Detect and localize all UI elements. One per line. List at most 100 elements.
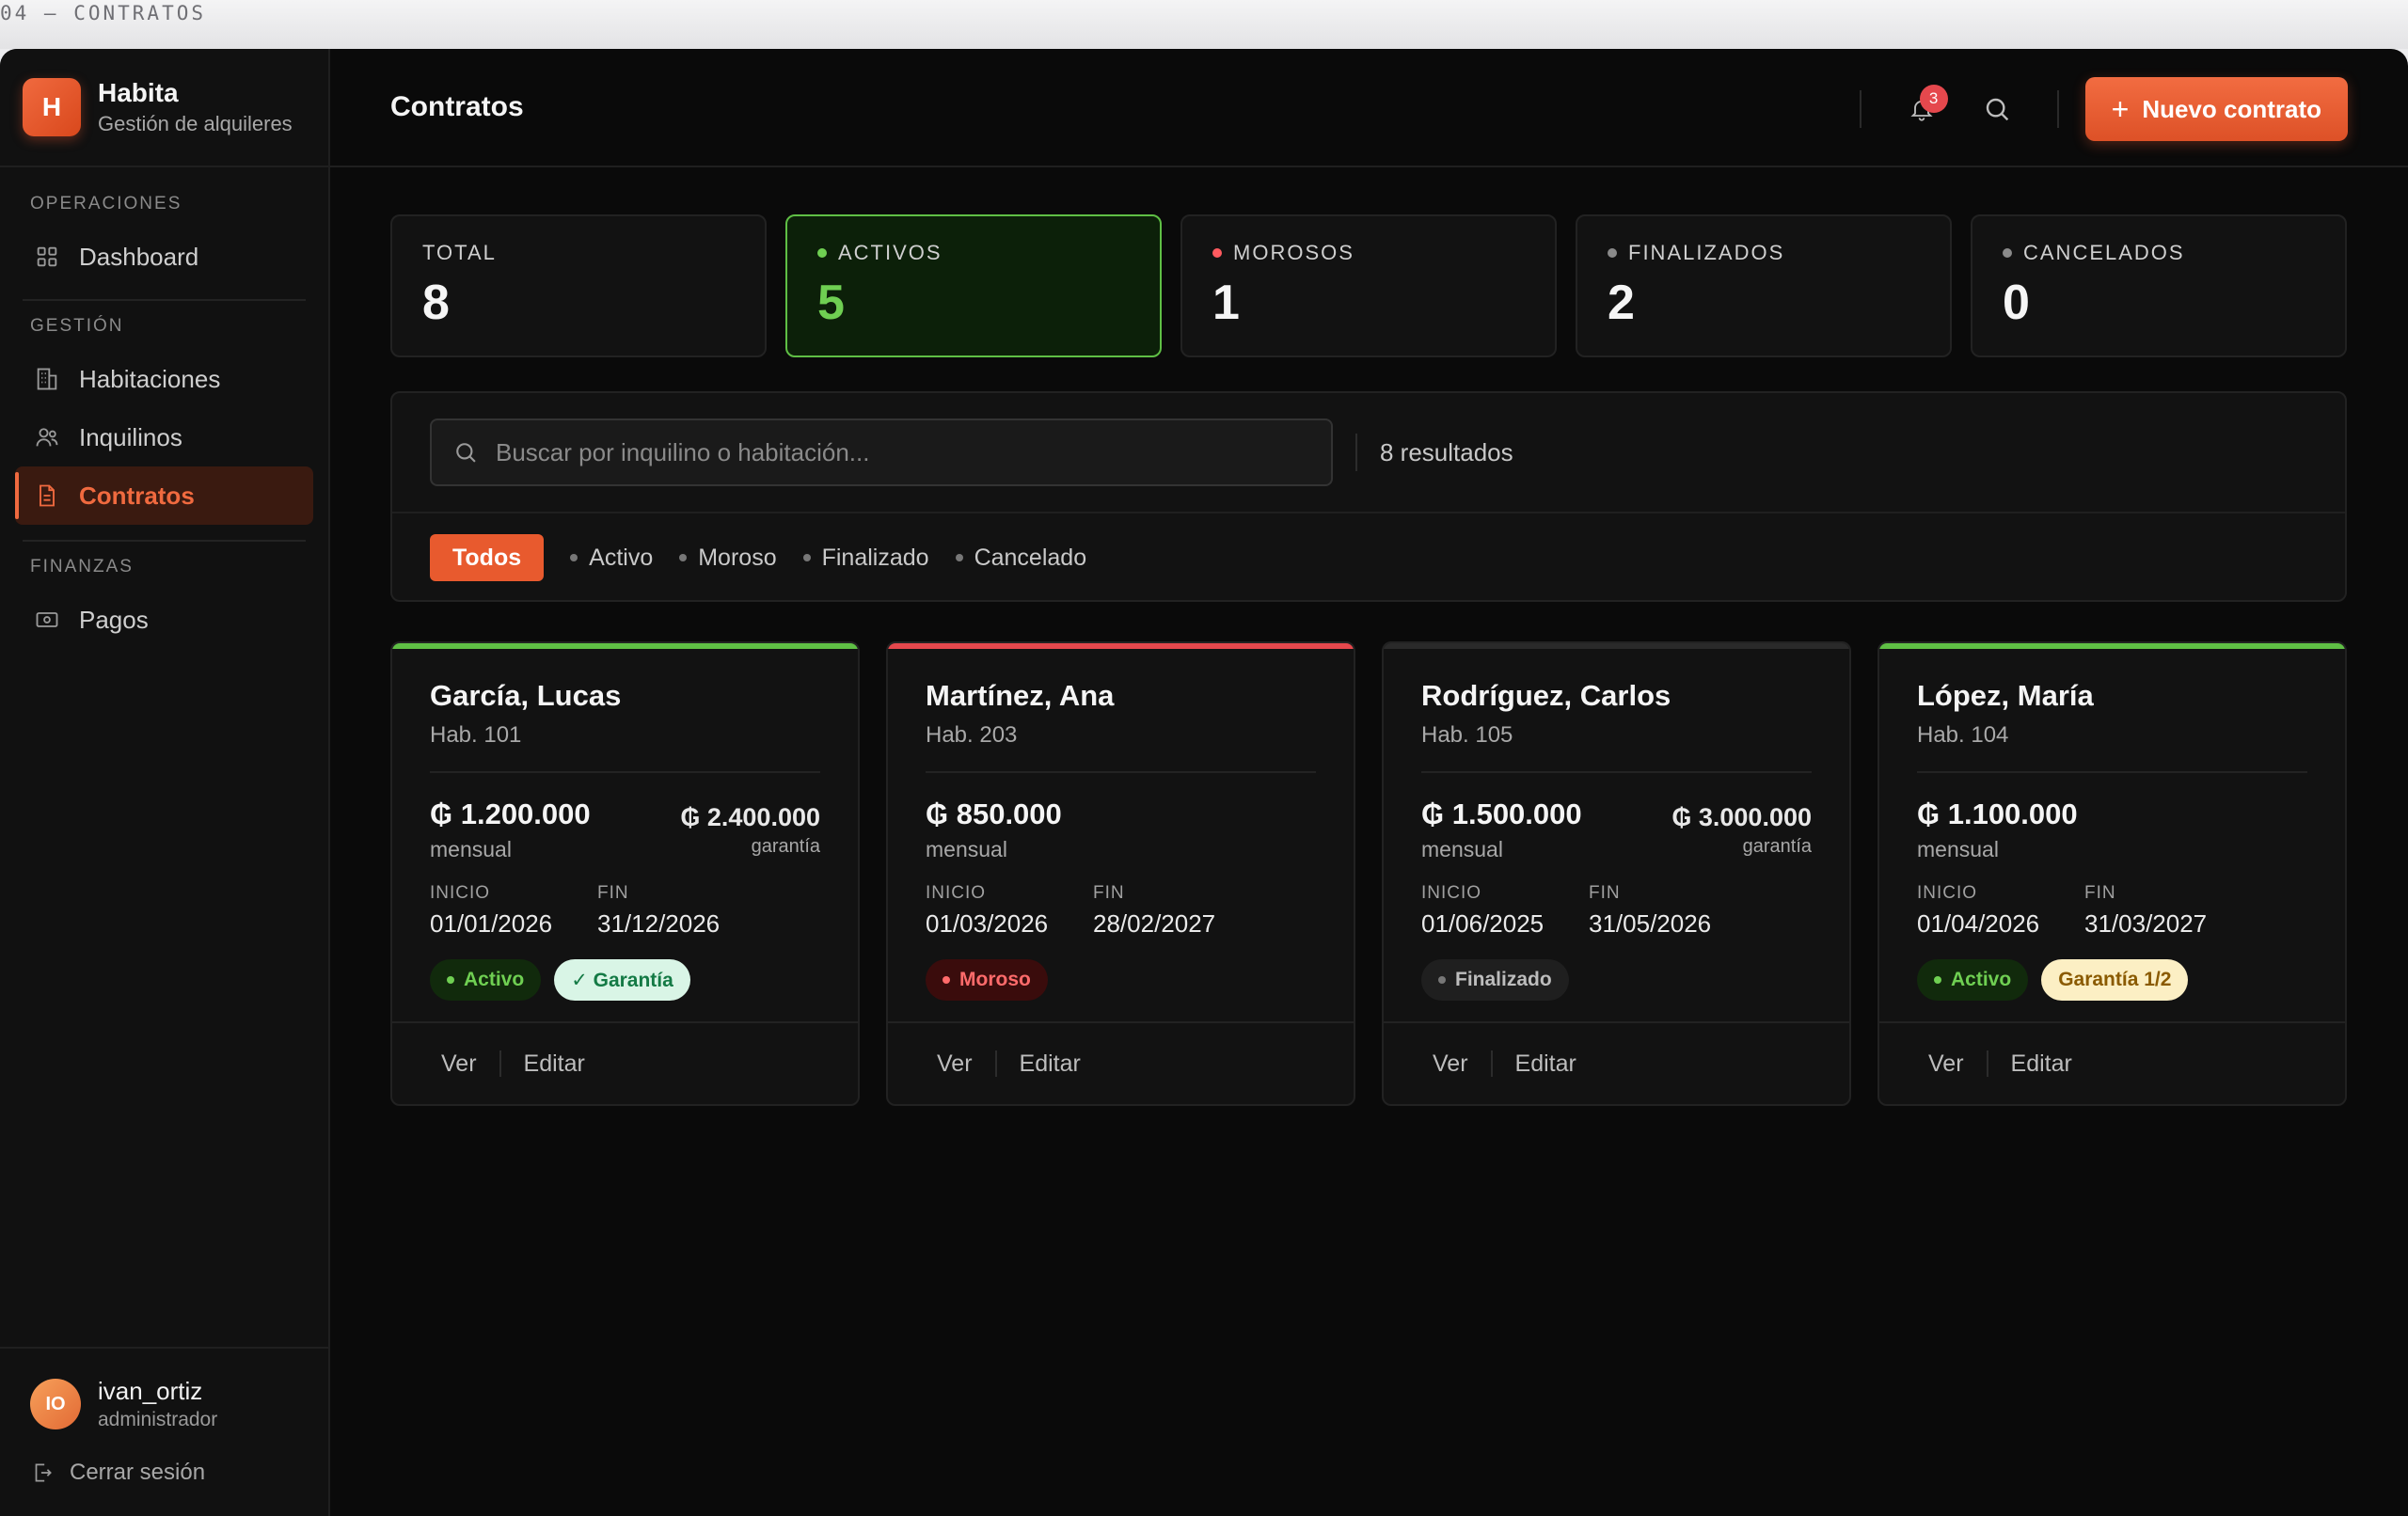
- header-divider: [1859, 90, 1861, 128]
- edit-button[interactable]: Editar: [1020, 1050, 1081, 1078]
- stat-total[interactable]: TOTAL 8: [390, 214, 767, 357]
- stat-cancelados[interactable]: CANCELADOS 0: [1971, 214, 2347, 357]
- building-icon: [34, 366, 60, 392]
- monthly-amount: ₲ 850.000: [926, 797, 1062, 830]
- edit-button[interactable]: Editar: [2011, 1050, 2072, 1078]
- room-label: Hab. 203: [926, 722, 1018, 748]
- status-bar: [1384, 643, 1849, 649]
- room-label: Hab. 105: [1421, 722, 1513, 748]
- filter-label: Cancelado: [974, 544, 1087, 571]
- plus-icon: +: [2111, 91, 2130, 126]
- deposit-amount: ₲ 3.000.000: [1671, 803, 1812, 831]
- status-dot: [1608, 248, 1617, 258]
- edit-button[interactable]: Editar: [524, 1050, 585, 1078]
- view-button[interactable]: Ver: [1433, 1050, 1468, 1078]
- filter-dot: [955, 554, 963, 561]
- banknote-icon: [34, 607, 60, 633]
- contract-cards: García, Lucas Hab. 101 ₲ 1.200.000 mensu…: [390, 641, 2347, 1106]
- tenant-name: García, Lucas: [430, 679, 622, 712]
- search-input[interactable]: [496, 437, 1323, 467]
- new-contract-label: Nuevo contrato: [2142, 94, 2321, 123]
- stat-finalizados[interactable]: FINALIZADOS 2: [1576, 214, 1952, 357]
- results-divider: [1355, 434, 1357, 471]
- search-icon: [1982, 94, 2012, 124]
- app-window: H Habita Gestión de alquileres OPERACION…: [0, 49, 2408, 1516]
- users-icon: [34, 424, 60, 450]
- deposit-label: garantía: [751, 836, 820, 857]
- contract-card[interactable]: Martínez, Ana Hab. 203 ₲ 850.000 mensual…: [886, 641, 1355, 1106]
- status-bar: [1879, 643, 2345, 649]
- tenant-name: Martínez, Ana: [926, 679, 1115, 712]
- status-dot: [817, 248, 827, 258]
- search-icon: [452, 439, 479, 466]
- start-date: 01/01/2026: [430, 909, 553, 938]
- search-button[interactable]: [1974, 87, 2020, 132]
- tenant-name: López, María: [1917, 679, 2094, 712]
- sidebar-item-inquilinos[interactable]: Inquilinos: [15, 408, 313, 466]
- stat-label: ACTIVOS: [838, 241, 943, 264]
- sidebar-item-pagos[interactable]: Pagos: [15, 591, 313, 649]
- start-date: 01/06/2025: [1421, 909, 1545, 938]
- brand-name: Habita: [98, 78, 179, 107]
- new-contract-button[interactable]: + Nuevo contrato: [2084, 77, 2348, 141]
- stat-label: TOTAL: [422, 241, 497, 264]
- end-label: FIN: [597, 883, 629, 903]
- content: TOTAL 8 ACTIVOS 5 MOROSOS 1 FINALIZADOS …: [390, 214, 2347, 1106]
- stat-morosos[interactable]: MOROSOS 1: [1180, 214, 1557, 357]
- contract-card[interactable]: López, María Hab. 104 ₲ 1.100.000 mensua…: [1877, 641, 2347, 1106]
- stat-value: 8: [422, 276, 450, 330]
- sidebar-item-contratos[interactable]: Contratos: [15, 466, 313, 525]
- stats-row: TOTAL 8 ACTIVOS 5 MOROSOS 1 FINALIZADOS …: [390, 214, 2347, 357]
- notifications-badge: 3: [1919, 85, 1948, 113]
- document-icon: [34, 482, 60, 509]
- status-dot: [2003, 248, 2012, 258]
- notifications-button[interactable]: 3: [1899, 85, 1948, 132]
- start-date: 01/03/2026: [926, 909, 1049, 938]
- contract-card[interactable]: Rodríguez, Carlos Hab. 105 ₲ 1.500.000 m…: [1382, 641, 1851, 1106]
- edit-button[interactable]: Editar: [1515, 1050, 1576, 1078]
- stat-label: MOROSOS: [1233, 241, 1354, 264]
- search-field[interactable]: [430, 418, 1333, 486]
- stat-activos[interactable]: ACTIVOS 5: [785, 214, 1162, 357]
- monthly-label: mensual: [926, 837, 1007, 861]
- filter-dot: [802, 554, 811, 561]
- status-badge: Moroso: [926, 959, 1048, 1001]
- stat-value: 1: [1212, 276, 1240, 330]
- avatar[interactable]: IO: [30, 1379, 81, 1429]
- view-button[interactable]: Ver: [937, 1050, 973, 1078]
- status-bar: [888, 643, 1354, 649]
- end-label: FIN: [2084, 883, 2116, 903]
- deposit-amount: ₲ 2.400.000: [680, 803, 820, 831]
- monthly-amount: ₲ 1.200.000: [430, 797, 591, 830]
- start-label: INICIO: [926, 883, 987, 903]
- monthly-label: mensual: [1917, 837, 1999, 861]
- nav-divider: [23, 299, 306, 301]
- monthly-label: mensual: [430, 837, 512, 861]
- view-button[interactable]: Ver: [441, 1050, 477, 1078]
- logout-button[interactable]: Cerrar sesión: [30, 1460, 298, 1486]
- sidebar-item-label: Contratos: [79, 481, 195, 510]
- filter-cancelado[interactable]: Cancelado: [955, 544, 1087, 572]
- page-title: Contratos: [390, 91, 524, 122]
- end-date: 31/03/2027: [2084, 909, 2208, 938]
- brand: H Habita Gestión de alquileres: [0, 49, 328, 167]
- filter-label: Activo: [589, 544, 654, 571]
- header-divider: [2056, 90, 2059, 128]
- page-label: 04 — CONTRATOS: [0, 2, 207, 24]
- contract-card[interactable]: García, Lucas Hab. 101 ₲ 1.200.000 mensu…: [390, 641, 860, 1106]
- nav-section-operaciones: OPERACIONES: [30, 194, 182, 213]
- filter-moroso[interactable]: Moroso: [679, 545, 777, 572]
- filter-chips: Todos Activo Moroso Finalizado Cancelado: [392, 513, 2345, 602]
- sidebar-item-label: Pagos: [79, 605, 149, 634]
- filter-todos[interactable]: Todos: [430, 534, 545, 581]
- filter-finalizado[interactable]: Finalizado: [802, 545, 929, 572]
- status-dot: [1212, 248, 1222, 258]
- main-area: Contratos 3 + Nuevo contrato TOTAL 8 ACT…: [330, 49, 2408, 1516]
- sidebar-item-habitaciones[interactable]: Habitaciones: [15, 350, 313, 408]
- filter-activo[interactable]: Activo: [570, 545, 653, 572]
- stat-value: 5: [817, 276, 845, 330]
- view-button[interactable]: Ver: [1928, 1050, 1964, 1078]
- sidebar-item-dashboard[interactable]: Dashboard: [15, 228, 313, 286]
- user-name: ivan_ortiz: [98, 1377, 203, 1405]
- brand-logo: H: [23, 78, 81, 136]
